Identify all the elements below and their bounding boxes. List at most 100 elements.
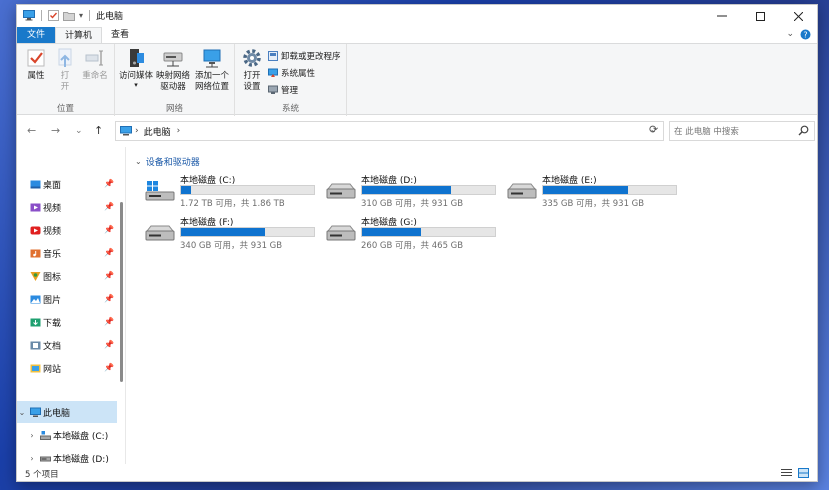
maximize-button[interactable] — [741, 5, 779, 27]
ribbon: 属性 打 开 重命名 位置 访问媒体 ▾ 映射网络 驱动器 添加一个 网络位置 … — [17, 43, 817, 116]
sidebar-item-videos[interactable]: 视频 📌 — [17, 196, 117, 218]
devices-group-header[interactable]: ⌄ 设备和驱动器 — [135, 155, 200, 168]
rename-icon — [85, 50, 103, 66]
pin-icon[interactable]: 📌 — [104, 271, 114, 280]
website-folder-icon — [30, 364, 41, 372]
tiles-view-icon[interactable] — [798, 468, 809, 478]
sidebar-item-pictures[interactable]: 图片 📌 — [17, 288, 117, 310]
sidebar-item-drive-c[interactable]: › 本地磁盘 (C:) — [17, 424, 117, 446]
uninstall-programs-button[interactable]: 卸载或更改程序 — [268, 50, 341, 62]
scrollbar-thumb[interactable] — [120, 202, 123, 382]
close-button[interactable] — [779, 5, 817, 27]
sidebar-item-this-pc[interactable]: ⌄ 此电脑 — [17, 401, 117, 423]
manage-button[interactable]: 管理 — [268, 84, 298, 96]
icons-folder-icon — [30, 271, 41, 281]
main-content: ⌄ 设备和驱动器 本地磁盘 (C:) 1.72 TB 可用，共 1.86 TB … — [127, 147, 817, 464]
quick-access-toolbar-dropdown-icon[interactable]: ▾ — [79, 11, 83, 20]
properties-check-icon[interactable] — [48, 10, 59, 21]
ribbon-group-location-label: 位置 — [56, 104, 74, 114]
drive-g[interactable]: 本地磁盘 (G:) 260 GB 可用，共 465 GB — [326, 215, 506, 251]
access-media-button[interactable]: 访问媒体 ▾ — [117, 47, 155, 89]
pin-icon[interactable]: 📌 — [104, 363, 114, 372]
hard-drive-icon — [326, 225, 356, 241]
drive-usage-fill — [362, 228, 421, 236]
collapse-ribbon-icon[interactable]: ⌄ — [786, 29, 794, 40]
new-folder-icon[interactable] — [63, 11, 75, 21]
sidebar-item-icons[interactable]: 图标 📌 — [17, 265, 117, 287]
sidebar-item-music[interactable]: 音乐 📌 — [17, 242, 117, 264]
sidebar-item-documents[interactable]: 文档 📌 — [17, 334, 117, 356]
tab-computer[interactable]: 计算机 — [55, 27, 103, 43]
up-arrow-icon[interactable]: ↑ — [94, 124, 103, 137]
search-input[interactable] — [674, 125, 792, 138]
manage-icon — [268, 85, 278, 94]
forward-arrow-icon[interactable]: → — [51, 124, 60, 137]
sidebar-item-website[interactable]: 网站 📌 — [17, 357, 117, 379]
tab-view[interactable]: 查看 — [102, 27, 138, 43]
pin-icon[interactable]: 📌 — [104, 340, 114, 349]
drive-d[interactable]: 本地磁盘 (D:) 310 GB 可用，共 931 GB — [326, 173, 506, 209]
minimize-icon — [717, 15, 727, 17]
search-box[interactable] — [669, 121, 815, 141]
breadcrumb-this-pc[interactable]: 此电脑 — [144, 125, 171, 138]
add-network-location-button[interactable]: 添加一个 网络位置 — [191, 47, 233, 93]
recent-locations-chevron-icon[interactable]: ⌄ — [75, 126, 83, 136]
media-server-icon — [130, 49, 144, 67]
sidebar-item-videos-2[interactable]: 视频 📌 — [17, 219, 117, 241]
add-location-label-2: 网络位置 — [194, 82, 229, 92]
access-media-dropdown-icon: ▾ — [134, 81, 138, 89]
open-button[interactable]: 打 开 — [55, 47, 75, 93]
pictures-folder-icon — [30, 295, 41, 303]
uninstall-label: 卸载或更改程序 — [281, 52, 341, 62]
sidebar-item-desktop[interactable]: 桌面 📌 — [17, 173, 117, 195]
drive-space-info: 340 GB 可用，共 931 GB — [180, 241, 283, 251]
drive-f[interactable]: 本地磁盘 (F:) 340 GB 可用，共 931 GB — [145, 215, 325, 251]
address-box[interactable]: › 此电脑 › ⌄ — [115, 121, 664, 141]
system-properties-button[interactable]: 系统属性 — [268, 67, 315, 79]
open-settings-button[interactable]: 打开 设置 — [239, 47, 265, 93]
windows-drive-icon — [40, 430, 51, 440]
breadcrumb-chevron-icon[interactable]: › — [135, 126, 139, 136]
open-label-2: 开 — [60, 82, 70, 92]
pin-icon[interactable]: 📌 — [104, 202, 114, 211]
navigation-scrollbar[interactable] — [120, 147, 123, 464]
close-icon — [793, 11, 803, 21]
drive-e[interactable]: 本地磁盘 (E:) 335 GB 可用，共 931 GB — [507, 173, 687, 209]
help-icon[interactable]: ? — [800, 29, 811, 40]
drive-usage-bar — [542, 185, 677, 195]
drive-usage-fill — [543, 186, 629, 194]
pin-icon[interactable]: 📌 — [104, 225, 114, 234]
drive-c[interactable]: 本地磁盘 (C:) 1.72 TB 可用，共 1.86 TB — [145, 173, 325, 209]
manage-label: 管理 — [281, 86, 299, 96]
music-folder-icon — [30, 249, 41, 257]
pane-divider[interactable] — [125, 147, 126, 464]
chevron-down-icon[interactable]: ⌄ — [135, 157, 142, 166]
sidebar-item-label: 桌面 — [43, 180, 62, 191]
sidebar-item-label: 此电脑 — [43, 408, 71, 419]
rename-button[interactable]: 重命名 — [79, 47, 111, 82]
search-icon[interactable] — [798, 125, 809, 136]
back-arrow-icon[interactable]: ← — [27, 124, 36, 137]
map-network-drive-button[interactable]: 映射网络 驱动器 — [153, 47, 193, 93]
pin-icon[interactable]: 📌 — [104, 248, 114, 257]
ribbon-group-network: 访问媒体 ▾ 映射网络 驱动器 添加一个 网络位置 网络 — [115, 44, 235, 116]
sidebar-item-downloads[interactable]: 下载 📌 — [17, 311, 117, 333]
pin-icon[interactable]: 📌 — [104, 179, 114, 188]
tab-file[interactable]: 文件 — [17, 27, 55, 43]
svg-text:?: ? — [803, 30, 807, 39]
minimize-button[interactable] — [703, 5, 741, 27]
gear-icon — [243, 49, 261, 67]
drive-space-info: 310 GB 可用，共 931 GB — [361, 199, 464, 209]
properties-button[interactable]: 属性 — [23, 47, 49, 82]
chevron-right-icon[interactable]: › — [27, 431, 37, 440]
drive-space-info: 1.72 TB 可用，共 1.86 TB — [180, 199, 285, 209]
refresh-icon[interactable]: ⟳ — [649, 123, 658, 136]
chevron-right-icon[interactable]: › — [27, 454, 37, 463]
pin-icon[interactable]: 📌 — [104, 317, 114, 326]
pin-icon[interactable]: 📌 — [104, 294, 114, 303]
add-location-label-1: 添加一个 — [194, 71, 229, 81]
map-drive-label-2: 驱动器 — [160, 82, 186, 92]
chevron-down-icon[interactable]: ⌄ — [17, 408, 27, 417]
breadcrumb-chevron-icon[interactable]: › — [177, 126, 181, 136]
details-view-icon[interactable] — [781, 468, 792, 478]
